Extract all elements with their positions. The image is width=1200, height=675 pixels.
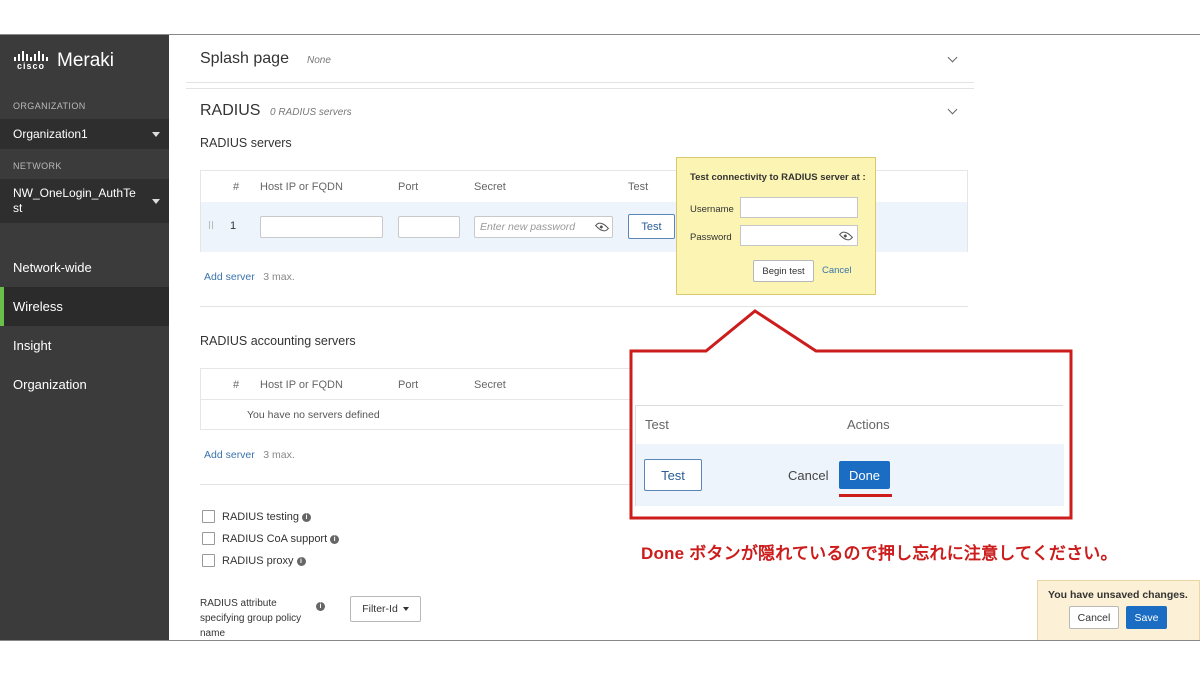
- radius-title[interactable]: RADIUS: [200, 102, 260, 120]
- radius-testing-checkbox[interactable]: [202, 510, 215, 523]
- organization-label: ORGANIZATION: [13, 101, 86, 111]
- splash-title[interactable]: Splash page: [200, 50, 289, 68]
- attribute-value: Filter-Id: [362, 603, 398, 615]
- callout-zoom-panel: Test Actions Test Cancel Done: [635, 405, 1064, 506]
- logo-cisco-text: cisco: [16, 61, 45, 71]
- empty-message: You have no servers defined: [247, 409, 380, 421]
- caret-down-icon: [152, 132, 160, 137]
- cisco-logo-icon: cisco: [14, 51, 48, 71]
- password-label: Password: [690, 232, 732, 243]
- network-label: NETWORK: [13, 161, 62, 171]
- callout-cancel-button[interactable]: Cancel: [788, 468, 828, 483]
- port-input[interactable]: [398, 216, 460, 238]
- radius-coa-label: RADIUS CoA support i: [222, 533, 340, 545]
- column-header: Host IP or FQDN: [260, 379, 343, 391]
- network-select[interactable]: NW_OneLogin_AuthTest: [0, 179, 169, 223]
- add-server-link[interactable]: Add server: [204, 271, 255, 283]
- callout-done-button[interactable]: Done: [839, 461, 890, 489]
- nav-wireless[interactable]: Wireless: [0, 287, 169, 326]
- column-header: #: [233, 379, 240, 391]
- add-server-row: Add server 3 max.: [204, 267, 295, 285]
- password-input[interactable]: [740, 225, 858, 246]
- radius-coa-checkbox[interactable]: [202, 532, 215, 545]
- column-header: Test: [628, 181, 649, 193]
- popup-cancel-link[interactable]: Cancel: [822, 265, 852, 276]
- secret-placeholder: Enter new password: [480, 221, 576, 233]
- callout-header: Test Actions: [636, 406, 1064, 444]
- popup-title: Test connectivity to RADIUS server at :: [690, 172, 866, 183]
- caret-down-icon: [402, 607, 409, 611]
- logo-product-text: Meraki: [57, 50, 115, 71]
- column-header: Test: [645, 417, 669, 432]
- column-header: Secret: [474, 379, 506, 391]
- info-icon[interactable]: i: [330, 535, 340, 544]
- unsaved-message: You have unsaved changes.: [1048, 589, 1188, 601]
- splash-value: None: [307, 55, 331, 66]
- app-window: cisco Meraki ORGANIZATION Organization1 …: [0, 34, 1200, 641]
- divider: [200, 306, 968, 307]
- divider: [186, 88, 974, 89]
- divider: [186, 82, 974, 83]
- nav-insight[interactable]: Insight: [0, 326, 169, 365]
- organization-select[interactable]: Organization1: [0, 119, 169, 149]
- sidebar: cisco Meraki ORGANIZATION Organization1 …: [0, 35, 169, 640]
- done-underline: [839, 494, 892, 497]
- save-button[interactable]: Save: [1126, 606, 1167, 629]
- radius-proxy-label: RADIUS proxy i: [222, 555, 306, 567]
- radius-proxy-checkbox[interactable]: [202, 554, 215, 567]
- callout-test-button[interactable]: Test: [644, 459, 702, 491]
- secret-input[interactable]: Enter new password: [474, 216, 613, 238]
- accounting-heading: RADIUS accounting servers: [200, 334, 356, 348]
- max-note: 3 max.: [263, 449, 295, 461]
- column-header: Host IP or FQDN: [260, 181, 343, 193]
- row-number: 1: [230, 220, 237, 232]
- add-server-link[interactable]: Add server: [204, 449, 255, 461]
- column-header: #: [233, 181, 240, 193]
- column-header: Actions: [847, 417, 890, 432]
- username-input[interactable]: [740, 197, 858, 218]
- attribute-label: RADIUS attribute specifying group policy…: [200, 598, 302, 639]
- unsaved-cancel-button[interactable]: Cancel: [1069, 606, 1119, 629]
- begin-test-button[interactable]: Begin test: [753, 260, 814, 282]
- logo[interactable]: cisco Meraki: [14, 51, 114, 71]
- info-icon[interactable]: i: [296, 557, 306, 566]
- column-header: Secret: [474, 181, 506, 193]
- radius-testing-label: RADIUS testing i: [222, 511, 312, 523]
- chevron-down-icon[interactable]: [947, 104, 958, 115]
- column-header: Port: [398, 181, 419, 193]
- column-header: Port: [398, 379, 419, 391]
- unsaved-changes-bar: You have unsaved changes. Cancel Save: [1037, 580, 1200, 640]
- add-server-row: Add server 3 max.: [204, 445, 295, 463]
- radius-count: 0 RADIUS servers: [270, 107, 352, 118]
- warning-note: Done ボタンが隠れているので押し忘れに注意してください。: [641, 544, 1118, 563]
- max-note: 3 max.: [263, 271, 295, 283]
- radius-servers-heading: RADIUS servers: [200, 136, 292, 150]
- network-value: NW_OneLogin_AuthTest: [13, 186, 136, 215]
- organization-value: Organization1: [13, 126, 88, 141]
- info-icon[interactable]: i: [302, 513, 312, 522]
- eye-icon[interactable]: [838, 228, 854, 244]
- username-label: Username: [690, 204, 734, 215]
- callout-row: Test Cancel Done: [636, 444, 1064, 506]
- nav-organization[interactable]: Organization: [0, 365, 169, 404]
- attribute-dropdown[interactable]: Filter-Id: [350, 596, 421, 622]
- drag-handle-icon[interactable]: [209, 221, 213, 229]
- test-button[interactable]: Test: [628, 214, 675, 239]
- test-connectivity-popup: Test connectivity to RADIUS server at : …: [676, 157, 876, 295]
- caret-down-icon: [152, 199, 160, 204]
- host-input[interactable]: [260, 216, 383, 238]
- nav-network-wide[interactable]: Network-wide: [0, 248, 169, 287]
- info-icon[interactable]: i: [316, 596, 325, 614]
- chevron-down-icon[interactable]: [947, 52, 958, 63]
